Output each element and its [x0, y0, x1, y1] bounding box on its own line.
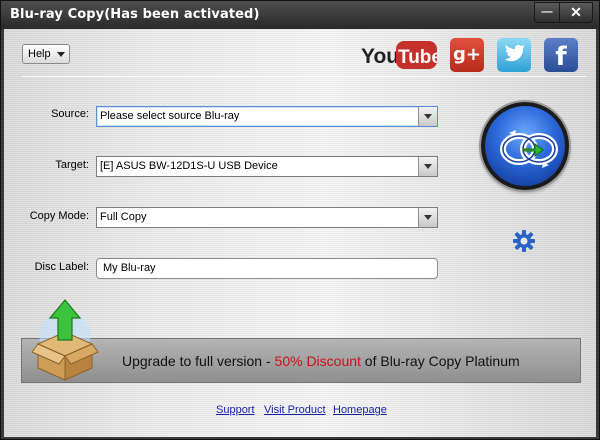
youtube-icon[interactable]: You Tube [361, 40, 437, 70]
target-select[interactable]: [E] ASUS BW-12D1S-U USB Device [96, 156, 438, 177]
chevron-down-icon [57, 52, 65, 57]
target-value: [E] ASUS BW-12D1S-U USB Device [100, 160, 278, 172]
copy-disc-icon [500, 130, 558, 168]
target-label: Target: [55, 159, 89, 171]
youtube-tube-text: Tube [398, 47, 437, 68]
header-divider [22, 76, 586, 77]
window-title: Blu-ray Copy(Has been activated) [10, 7, 260, 22]
copy-mode-label: Copy Mode: [29, 210, 89, 222]
upgrade-suffix: of Blu-ray Copy Platinum [360, 353, 520, 369]
visit-product-link[interactable]: Visit Product [264, 404, 326, 416]
disc-label-input[interactable]: My Blu-ray [96, 258, 438, 279]
facebook-icon[interactable]: f [544, 38, 578, 72]
discount-text: 50% Discount [274, 353, 361, 369]
upgrade-prefix: Upgrade to full version - [122, 353, 275, 369]
twitter-icon[interactable] [497, 38, 531, 72]
copy-mode-dropdown-icon[interactable] [418, 208, 437, 227]
disc-label-label: Disc Label: [34, 261, 89, 273]
googleplus-icon[interactable]: g+ [450, 38, 484, 72]
homepage-link[interactable]: Homepage [333, 404, 387, 416]
copy-mode-select[interactable]: Full Copy [96, 207, 438, 228]
help-menu-button[interactable]: Help [22, 44, 70, 64]
target-dropdown-icon[interactable] [418, 157, 437, 176]
minimize-button[interactable]: — [534, 2, 560, 23]
gear-icon[interactable] [513, 230, 535, 252]
upgrade-box-icon [31, 299, 99, 381]
support-link[interactable]: Support [216, 404, 255, 416]
start-copy-button[interactable] [481, 102, 569, 190]
upgrade-banner[interactable]: Upgrade to full version - 50% Discount o… [21, 338, 581, 383]
upgrade-text[interactable]: Upgrade to full version - 50% Discount o… [122, 353, 520, 369]
main-panel: Help You Tube g+ f Source: Please select… [4, 29, 596, 437]
copy-mode-value: Full Copy [100, 211, 147, 223]
help-label: Help [28, 48, 51, 60]
app-window: Blu-ray Copy(Has been activated) — ✕ Hel… [0, 0, 600, 440]
close-button[interactable]: ✕ [559, 2, 593, 23]
youtube-you-text: You [361, 45, 399, 68]
source-value: Please select source Blu-ray [100, 110, 240, 122]
source-label: Source: [51, 108, 89, 120]
title-bar[interactable]: Blu-ray Copy(Has been activated) — ✕ [1, 1, 599, 29]
source-dropdown-icon[interactable] [418, 107, 437, 126]
source-select[interactable]: Please select source Blu-ray [96, 106, 438, 127]
